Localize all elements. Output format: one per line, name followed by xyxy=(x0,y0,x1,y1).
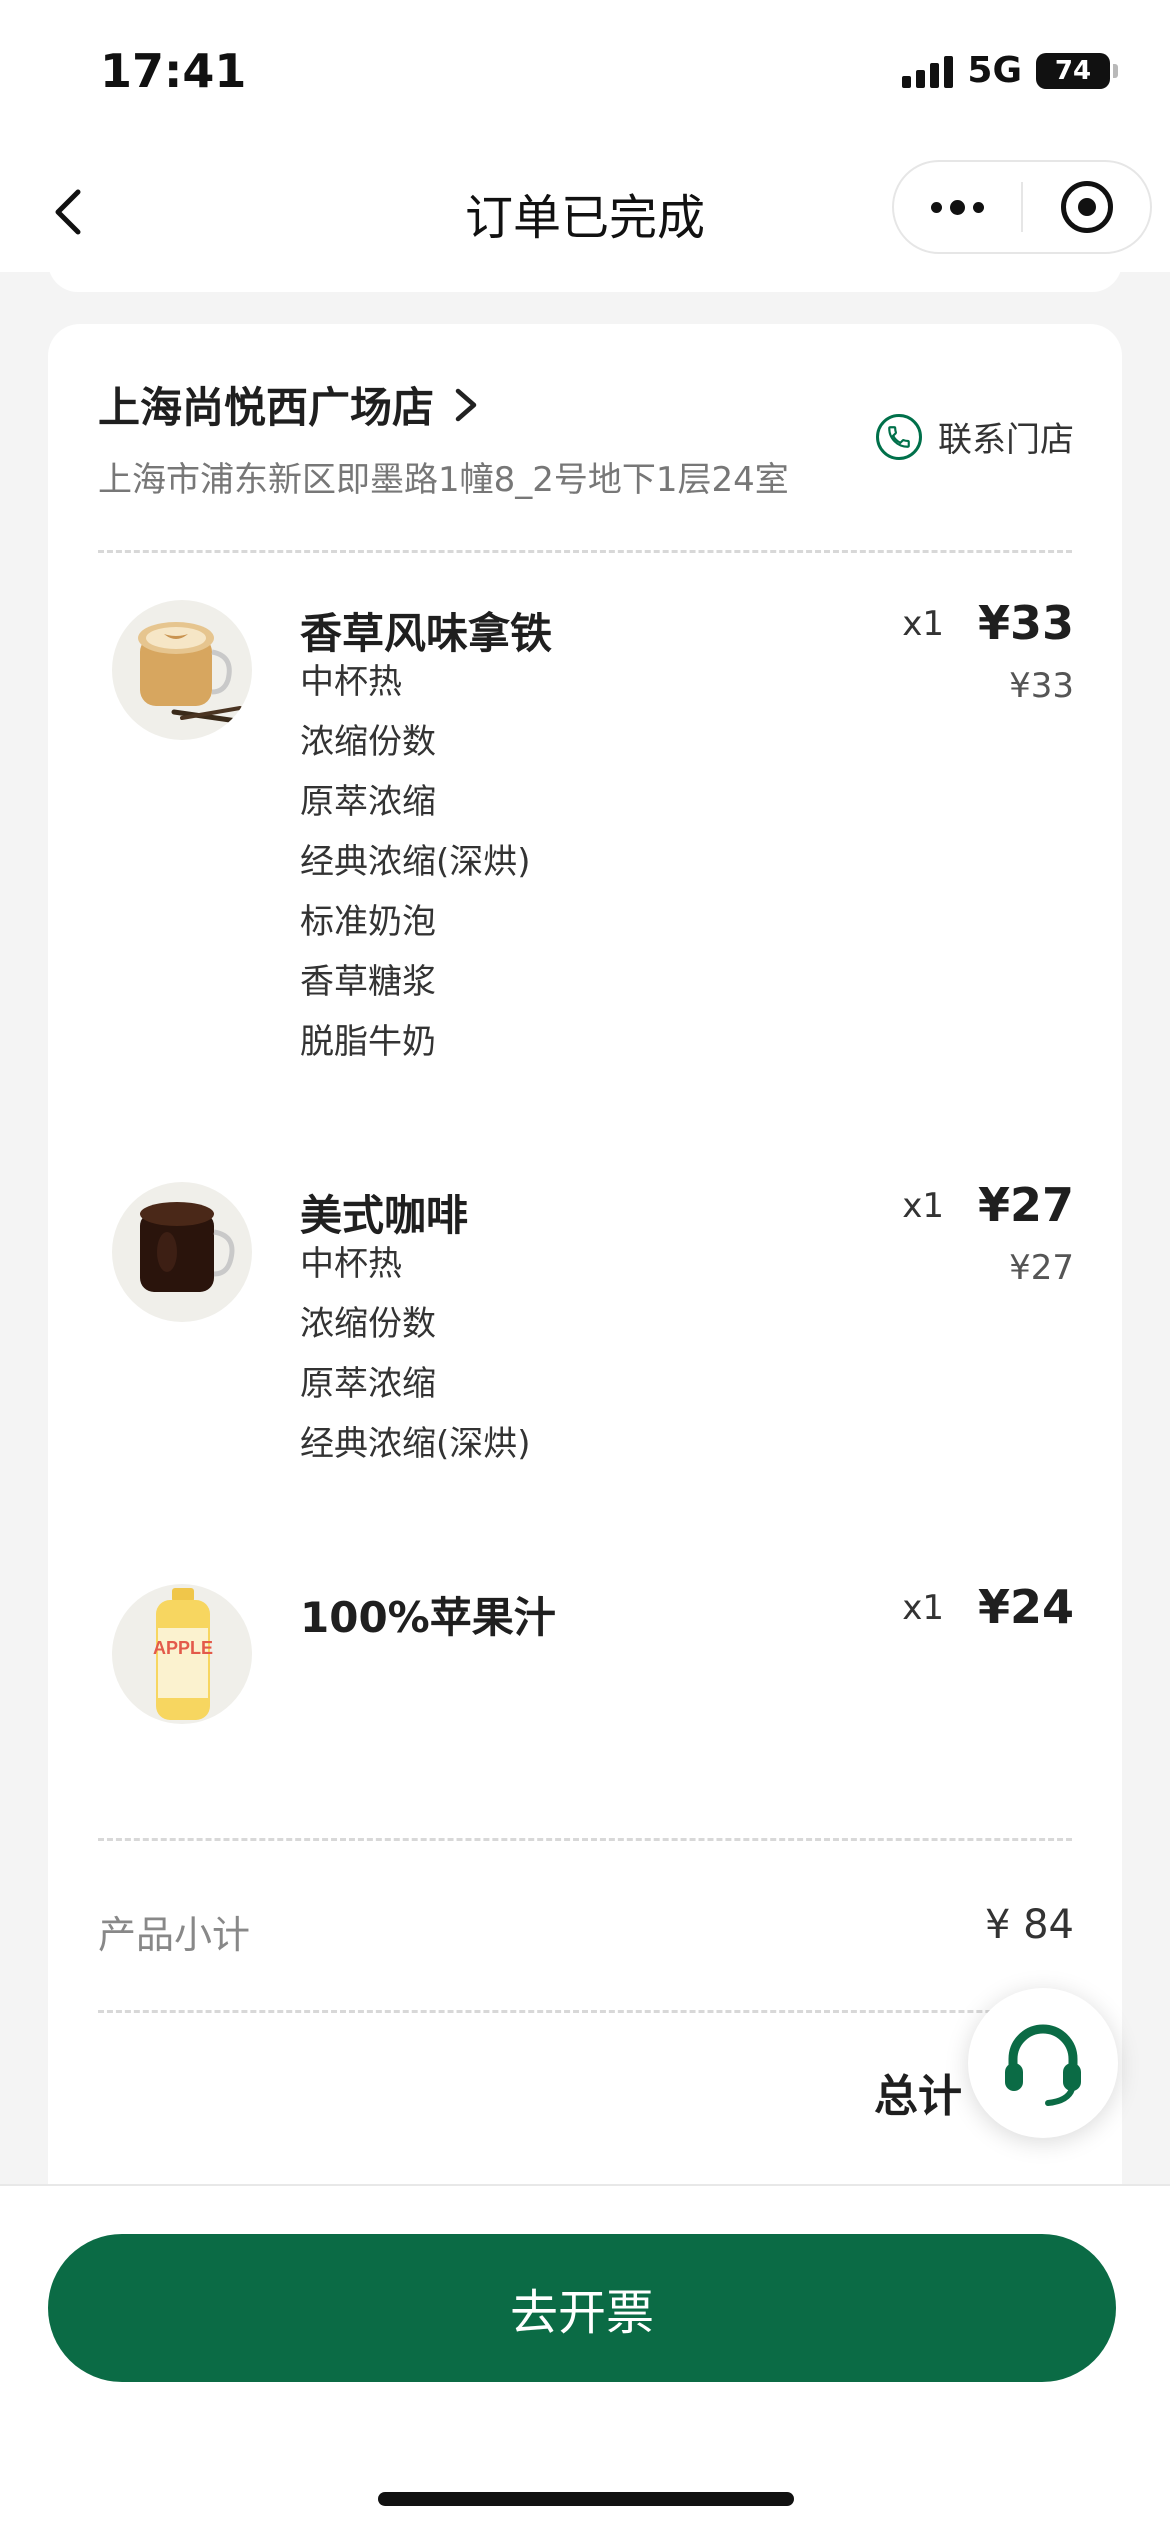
item-spec-list: 中杯热 浓缩份数 原萃浓缩 经典浓缩(深烘) 标准奶泡 香草糖浆 脱脂牛奶 xyxy=(300,652,531,1072)
previous-card-edge xyxy=(48,262,1122,292)
signal-icon xyxy=(902,54,954,88)
chevron-right-icon xyxy=(455,388,477,421)
network-label: 5G xyxy=(967,50,1022,91)
item-unit-price: ¥33 xyxy=(1009,666,1074,706)
home-indicator xyxy=(378,2492,794,2506)
item-spec: 原萃浓缩 xyxy=(300,782,436,822)
total-label: 总计 xyxy=(874,2071,962,2122)
status-bar: 17:41 5G 74 xyxy=(0,0,1170,150)
invoice-button[interactable]: 去开票 xyxy=(48,2234,1116,2382)
close-mini-program-button[interactable] xyxy=(1023,162,1150,252)
item-spec: 原萃浓缩 xyxy=(300,1364,436,1404)
contact-store-button[interactable]: 联系门店 xyxy=(876,412,1074,461)
battery-icon: 74 xyxy=(1036,52,1118,89)
item-spec: 中杯热 xyxy=(300,662,402,702)
target-icon xyxy=(1060,181,1113,233)
apple-juice-image: APPLE xyxy=(112,1584,252,1724)
item-spec: 经典浓缩(深烘) xyxy=(300,1424,531,1464)
item-spec: 香草糖浆 xyxy=(300,962,436,1002)
store-name-link[interactable]: 上海尚悦西广场店 xyxy=(98,374,482,435)
bottle-label: APPLE xyxy=(153,1638,213,1658)
latte-image xyxy=(112,600,252,740)
divider xyxy=(98,1838,1072,1841)
item-qty: x1 xyxy=(902,1186,944,1226)
americano-image xyxy=(112,1182,252,1322)
divider xyxy=(98,550,1072,553)
store-name: 上海尚悦西广场店 xyxy=(98,383,435,432)
item-unit-price: ¥27 xyxy=(1009,1248,1074,1288)
more-dots-icon xyxy=(931,199,984,215)
mini-program-capsule xyxy=(892,160,1152,254)
phone-icon xyxy=(876,413,922,460)
more-button[interactable] xyxy=(894,162,1021,252)
item-spec: 标准奶泡 xyxy=(300,902,436,942)
divider xyxy=(98,2010,1072,2013)
item-spec: 浓缩份数 xyxy=(300,1304,436,1344)
headset-icon xyxy=(1005,2024,1081,2106)
item-qty: x1 xyxy=(902,1588,944,1628)
item-spec-list: 中杯热 浓缩份数 原萃浓缩 经典浓缩(深烘) xyxy=(300,1234,531,1474)
item-price: ¥33 xyxy=(977,596,1074,650)
item-spec: 经典浓缩(深烘) xyxy=(300,842,531,882)
status-indicators: 5G 74 xyxy=(902,50,1118,91)
order-card: 上海尚悦西广场店 上海市浦东新区即墨路1幢8_2号地下1层24室 联系门店 香草… xyxy=(48,324,1122,2224)
item-qty: x1 xyxy=(902,604,944,644)
status-time: 17:41 xyxy=(100,44,247,98)
customer-service-button[interactable] xyxy=(968,1988,1118,2138)
item-name: 100%苹果汁 xyxy=(300,1593,556,1642)
subtotal-label: 产品小计 xyxy=(98,1913,251,1957)
subtotal-value: ¥ 84 xyxy=(984,1902,1074,1948)
item-spec: 脱脂牛奶 xyxy=(300,1022,436,1062)
store-address: 上海市浦东新区即墨路1幢8_2号地下1层24室 xyxy=(98,460,789,500)
contact-store-label: 联系门店 xyxy=(938,420,1074,460)
item-price: ¥27 xyxy=(977,1178,1074,1232)
item-price: ¥24 xyxy=(977,1580,1074,1634)
item-spec: 浓缩份数 xyxy=(300,722,436,762)
item-spec: 中杯热 xyxy=(300,1244,402,1284)
nav-bar: 订单已完成 xyxy=(0,150,1170,272)
bottom-action-bar: 去开票 xyxy=(0,2184,1170,2532)
